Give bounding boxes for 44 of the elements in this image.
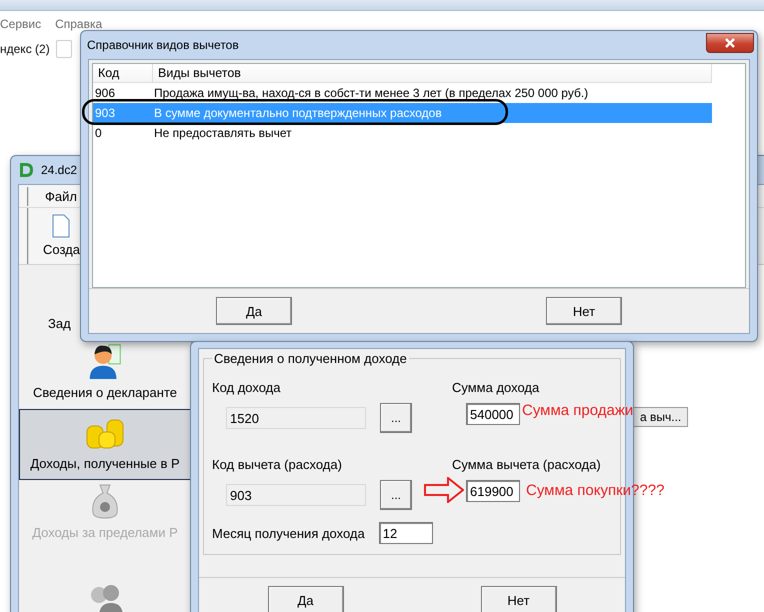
dialog-button[interactable]: Да	[268, 586, 344, 612]
close-icon	[725, 38, 735, 48]
window-title: 24.dc2	[41, 163, 78, 177]
field-label: Код вычета (расхода)	[212, 457, 343, 472]
code-cell-text: 0	[94, 125, 103, 141]
name-cell-text: В сумме документально подтвержденных расходов	[153, 105, 442, 121]
code-cell-text: 903	[94, 105, 116, 121]
name-cell-text: Не предоставлять вычет	[153, 125, 292, 141]
money-bag-icon	[90, 483, 120, 520]
list-row[interactable]: 0 Не предоставлять вычет	[93, 123, 712, 143]
field-label: Сумма дохода	[452, 380, 540, 395]
code-cell-text: 906	[94, 85, 116, 101]
close-button[interactable]	[706, 33, 754, 53]
input-field[interactable]: 12	[378, 522, 433, 544]
column-header[interactable]: Код	[93, 64, 153, 82]
field-label: Сумма вычета (расхода)	[452, 457, 602, 472]
dialog-button[interactable]: Нет	[546, 297, 622, 325]
annotation-text: Сумма продажи	[522, 402, 634, 419]
dialog-button[interactable]: Нет	[480, 586, 556, 612]
column-header[interactable]: Виды вычетов	[153, 64, 712, 82]
browse-button[interactable]: ...	[380, 403, 412, 433]
field-label: Месяц получения дохода	[212, 526, 365, 540]
menu-item[interactable]: Справка	[55, 17, 102, 33]
group-title: Сведения о полученном доходе	[213, 351, 408, 366]
input-field[interactable]: 1520	[226, 407, 366, 429]
coins-icon	[85, 418, 125, 450]
menu-item[interactable]: Сервис	[0, 17, 42, 33]
browse-button[interactable]: ...	[380, 480, 412, 510]
app-logo-icon	[17, 161, 35, 179]
input-field[interactable]: 540000	[466, 403, 520, 425]
dialog-button[interactable]: Да	[216, 297, 292, 325]
tab[interactable]: а выч...	[633, 407, 688, 427]
bookmark-icon[interactable]	[56, 40, 72, 58]
bookmark-link[interactable]: ндекс (2)	[0, 42, 50, 56]
list-row[interactable]: 906 Продажа имущ-ва, наход-ся в собст-ти менее 3 лет (в пределах 250 000 руб.)	[93, 83, 712, 103]
arrow-icon	[424, 477, 464, 503]
name-cell-text: Продажа имущ-ва, наход-ся в собст-ти менее 3 лет (в пределах 250 000 руб.)	[153, 85, 588, 101]
dialog-title: Справочник видов вычетов	[87, 38, 239, 52]
input-field[interactable]: 903	[226, 484, 366, 506]
sidebar-item[interactable]: Сведения о декларанте	[19, 340, 191, 410]
sidebar-item[interactable]: Доходы, полученные в Р	[19, 409, 191, 480]
input-field[interactable]: 619900	[466, 480, 520, 502]
document-icon	[52, 214, 70, 238]
field-label: Код дохода	[212, 380, 282, 395]
